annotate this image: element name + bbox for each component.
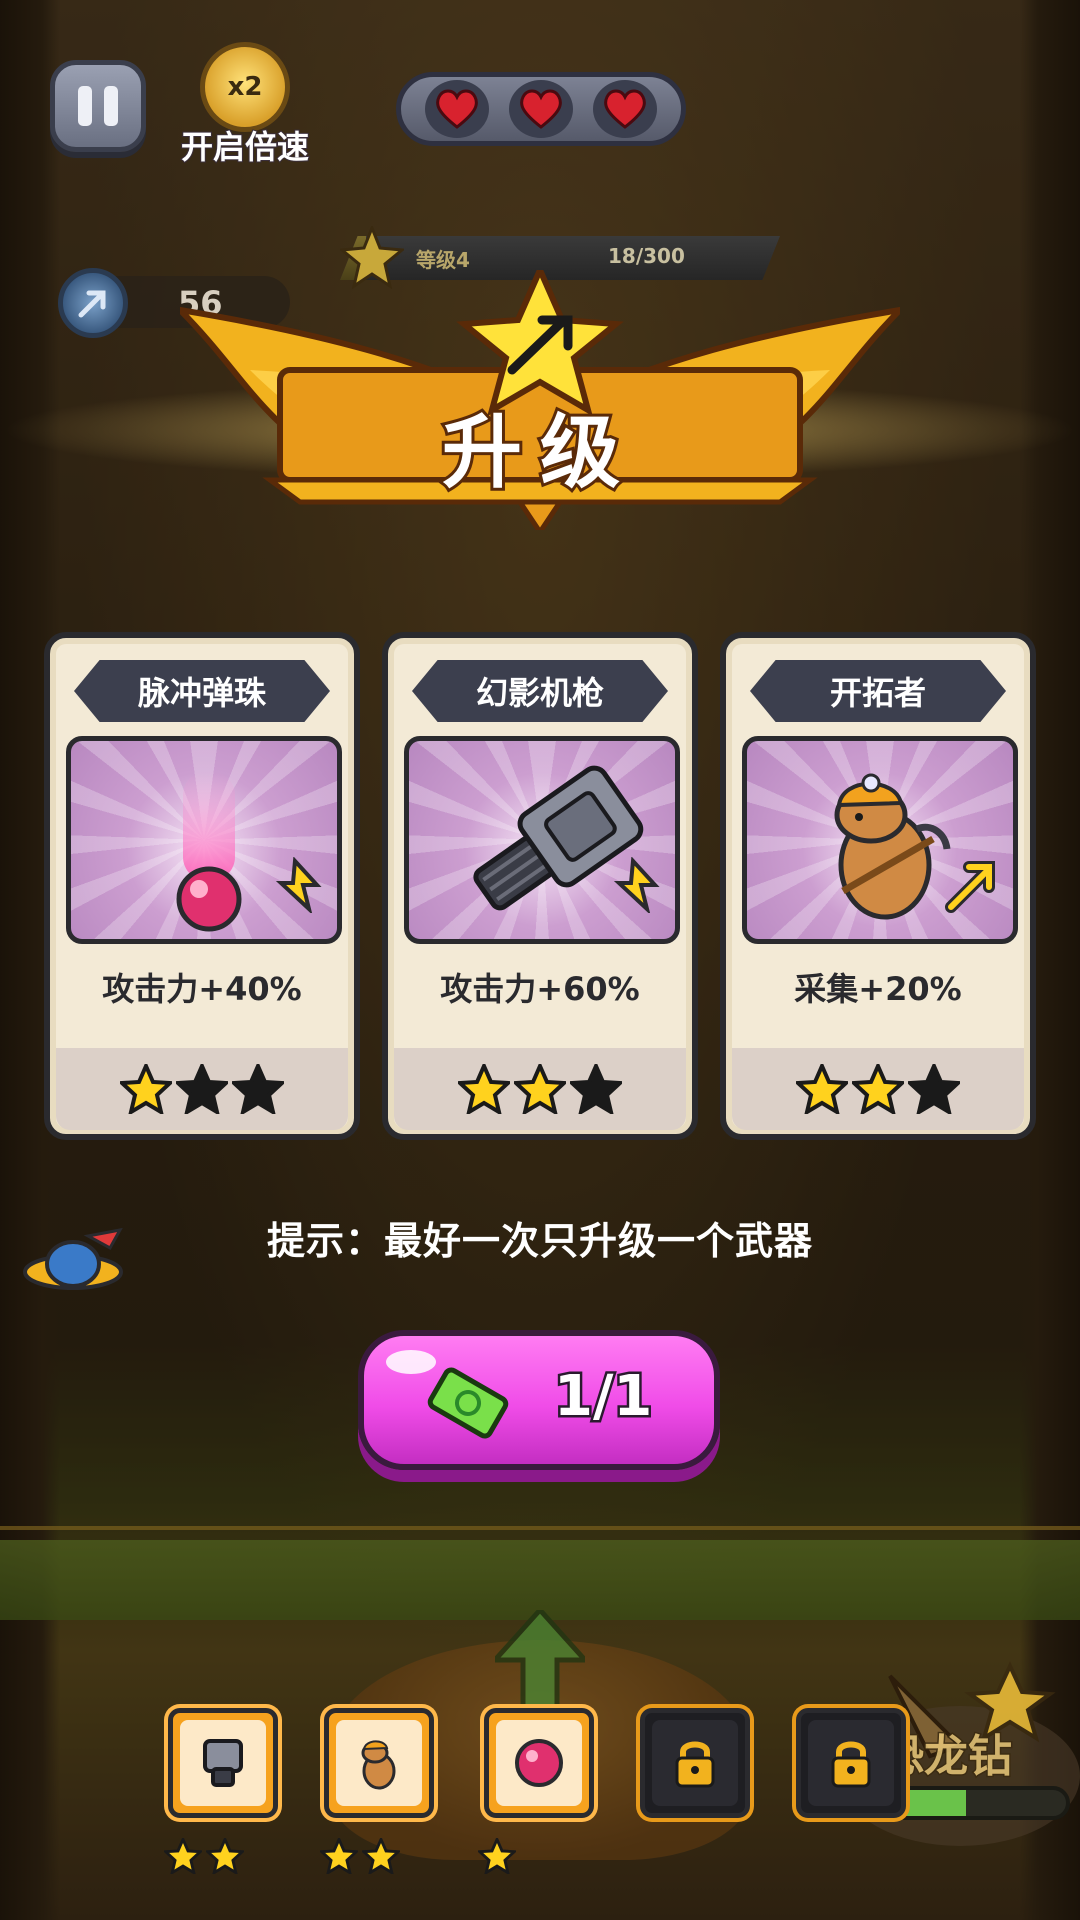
pickaxe-arrow-icon xyxy=(945,861,995,913)
card-name: 幻影机枪 xyxy=(475,674,604,712)
weapon-slot-4-locked[interactable] xyxy=(640,1708,750,1818)
weapon-slot-1[interactable] xyxy=(168,1708,278,1818)
life-slot xyxy=(509,80,573,138)
speed-multiplier: x2 xyxy=(227,72,263,102)
star-empty-icon xyxy=(232,1064,284,1114)
card-star-rating xyxy=(732,1048,1024,1130)
card-name-plate: 开拓者 xyxy=(750,660,1006,722)
heart-icon xyxy=(520,89,562,129)
gatling-gun-icon xyxy=(203,1739,243,1787)
miner-capybara-icon xyxy=(834,773,951,920)
star-filled-icon xyxy=(164,1838,202,1874)
star-filled-icon xyxy=(796,1064,848,1114)
upgrade-tip: 提示：最好一次只升级一个武器 xyxy=(266,1219,813,1263)
card-art xyxy=(66,736,342,944)
card-effect: 攻击力+40% xyxy=(102,970,302,1008)
upgrade-arrow-icon xyxy=(275,857,322,913)
card-effect: 采集+20% xyxy=(794,970,962,1008)
lives-bar xyxy=(396,72,686,146)
miner-capybara-icon xyxy=(361,1740,396,1790)
upgrade-card-pulse-orb[interactable]: 脉冲弹珠 攻击力+40% xyxy=(44,632,360,1140)
refresh-count: 1/1 xyxy=(551,1362,654,1432)
star-filled-icon xyxy=(852,1064,904,1114)
pause-bar-right xyxy=(104,86,118,126)
card-effect: 攻击力+60% xyxy=(440,970,640,1008)
weapon-slot-3[interactable] xyxy=(484,1708,594,1818)
slot-2-stars xyxy=(320,1838,400,1874)
weapon-slot-2[interactable] xyxy=(324,1708,434,1818)
upgrade-card-phantom-gun[interactable]: 幻影机枪 攻击力+60% xyxy=(382,632,698,1140)
slot-inner xyxy=(652,1720,738,1806)
card-name-plate: 脉冲弹珠 xyxy=(74,660,330,722)
star-empty-icon xyxy=(176,1064,228,1114)
stopwatch-icon: x2 xyxy=(200,42,290,132)
star-filled-icon xyxy=(362,1838,400,1874)
upgrade-title: 升级 xyxy=(439,403,638,502)
card-name-plate: 幻影机枪 xyxy=(412,660,668,722)
weapon-slot-5-locked[interactable] xyxy=(796,1708,906,1818)
star-filled-icon xyxy=(320,1838,358,1874)
star-empty-icon xyxy=(570,1064,622,1114)
star-filled-icon xyxy=(206,1838,244,1874)
star-filled-icon xyxy=(478,1838,516,1874)
card-name: 脉冲弹珠 xyxy=(137,674,266,712)
star-empty-icon xyxy=(908,1064,960,1114)
upgrade-arrow-icon xyxy=(613,857,660,913)
card-art xyxy=(742,736,1018,944)
refresh-cards-button[interactable]: 1/1 xyxy=(358,1330,720,1470)
heart-icon xyxy=(436,89,478,129)
speed-up-label: 开启倍速 xyxy=(180,127,310,167)
star-filled-icon xyxy=(458,1064,510,1114)
gatling-gun-icon xyxy=(473,765,644,911)
pink-orb-icon xyxy=(515,1739,563,1787)
upgrade-card-pioneer[interactable]: 开拓者 采集+20% xyxy=(720,632,1036,1140)
ticket-icon xyxy=(427,1367,509,1439)
pause-bar-left xyxy=(78,86,92,126)
slot-inner xyxy=(808,1720,894,1806)
star-filled-icon xyxy=(514,1064,566,1114)
slot-inner xyxy=(496,1720,582,1806)
life-slot xyxy=(593,80,657,138)
lock-icon xyxy=(675,1741,715,1788)
depth-arrow-icon xyxy=(58,268,128,338)
slot-1-stars xyxy=(164,1838,244,1874)
level-progress-text: 18/300 xyxy=(608,244,685,268)
slot-3-stars xyxy=(478,1838,516,1874)
life-slot xyxy=(425,80,489,138)
speed-up-button[interactable]: x2 开启倍速 xyxy=(170,42,320,167)
star-filled-icon xyxy=(120,1064,172,1114)
heart-icon xyxy=(604,89,646,129)
card-star-rating xyxy=(56,1048,348,1130)
level-label: 等级4 xyxy=(416,248,470,272)
slot-inner xyxy=(180,1720,266,1806)
lock-icon xyxy=(831,1741,871,1788)
card-star-rating xyxy=(394,1048,686,1130)
card-name: 开拓者 xyxy=(829,674,926,712)
upgrade-banner: 升级 xyxy=(171,262,909,537)
pink-orb-icon xyxy=(176,771,242,932)
card-art xyxy=(404,736,680,944)
pause-button[interactable] xyxy=(50,60,146,152)
slot-inner xyxy=(336,1720,422,1806)
